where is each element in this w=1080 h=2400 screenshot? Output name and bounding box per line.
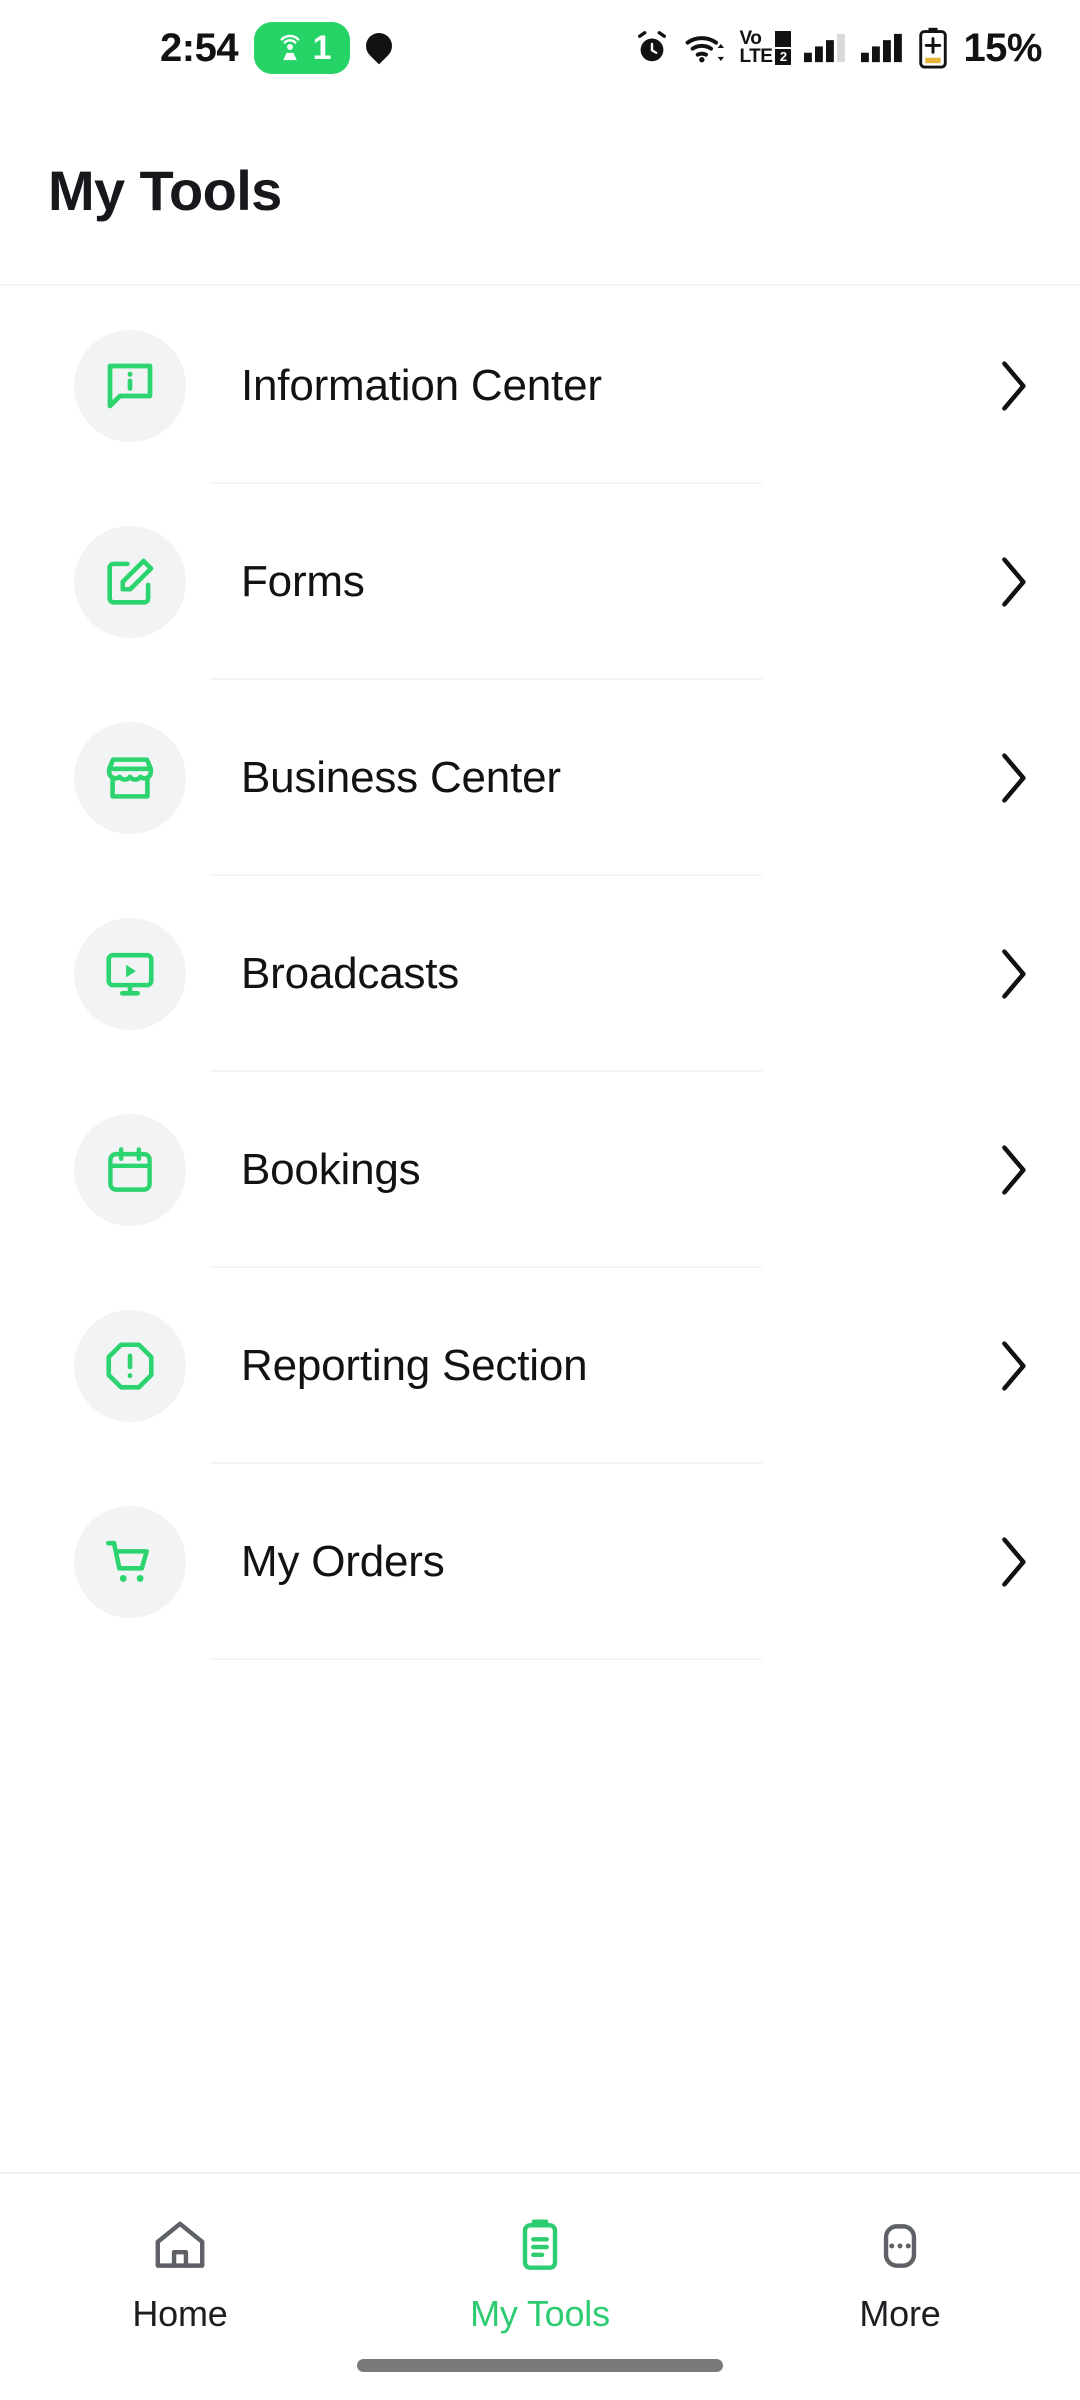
chevron-right-icon[interactable] bbox=[992, 943, 1034, 1005]
hotspot-count: 1 bbox=[312, 29, 332, 67]
nav-tab-more[interactable]: More bbox=[720, 2174, 1080, 2354]
list-item-label: Forms bbox=[241, 557, 365, 606]
status-bar-clock: 2:54 bbox=[160, 25, 239, 70]
chevron-right-icon[interactable] bbox=[992, 747, 1034, 809]
volte-label-lte: LTE bbox=[739, 46, 773, 67]
alert-octagon-icon bbox=[106, 1342, 154, 1390]
calendar-icon-wrap bbox=[74, 1114, 186, 1226]
alarm-icon bbox=[638, 31, 667, 62]
chevron-right-icon[interactable] bbox=[992, 1139, 1034, 1201]
list-item-label: Information Center bbox=[241, 361, 602, 410]
storefront-icon bbox=[106, 757, 154, 799]
shopping-cart-icon bbox=[105, 1540, 149, 1582]
status-bar-right: Vo VoLTE LTE 2 bbox=[633, 26, 1042, 71]
nav-tab-label: More bbox=[859, 2293, 941, 2334]
list-item-my-orders[interactable]: My Orders bbox=[0, 1464, 1080, 1660]
alert-octagon-icon-wrap bbox=[74, 1310, 186, 1422]
more-dots-icon bbox=[883, 2224, 917, 2268]
list-item-broadcasts[interactable]: Broadcasts bbox=[0, 876, 1080, 1072]
list-item-reporting-section[interactable]: Reporting Section bbox=[0, 1268, 1080, 1464]
list-item-information-center[interactable]: Information Center bbox=[0, 288, 1080, 484]
hotspot-icon bbox=[280, 34, 300, 61]
chevron-right-icon[interactable] bbox=[992, 1335, 1034, 1397]
list-item-label: Broadcasts bbox=[241, 949, 460, 998]
info-bubble-icon bbox=[107, 363, 153, 409]
info-bubble-icon-wrap bbox=[74, 330, 186, 442]
app-header: My Tools bbox=[0, 96, 1080, 286]
nav-tab-label: Home bbox=[132, 2293, 228, 2334]
signal-bars-sim1-icon bbox=[804, 33, 846, 63]
nav-tab-my-tools[interactable]: My Tools bbox=[360, 2174, 720, 2354]
bottom-navigation-bar: Home My Tools More bbox=[0, 2172, 1080, 2400]
message-bubble-icon bbox=[366, 31, 392, 65]
battery-icon bbox=[919, 27, 948, 69]
status-bar: 2:54 1 Vo LTE 2 15% bbox=[0, 0, 1080, 96]
monitor-play-icon bbox=[106, 952, 154, 996]
volte-icon: Vo VoLTE LTE 2 bbox=[739, 29, 792, 67]
row-divider bbox=[210, 1658, 762, 1660]
home-icon bbox=[155, 2221, 205, 2268]
list-item-bookings[interactable]: Bookings bbox=[0, 1072, 1080, 1268]
edit-square-icon-wrap bbox=[74, 526, 186, 638]
shopping-cart-icon-wrap bbox=[74, 1506, 186, 1618]
list-item-label: Bookings bbox=[241, 1145, 421, 1194]
chevron-right-icon[interactable] bbox=[992, 1531, 1034, 1593]
tools-list: Information Center Forms Business Center bbox=[0, 288, 1080, 1660]
chevron-right-icon[interactable] bbox=[992, 551, 1034, 613]
clipboard-icon bbox=[522, 2219, 558, 2270]
wifi-icon bbox=[686, 36, 725, 63]
gesture-navigation-bar[interactable] bbox=[357, 2359, 723, 2372]
calendar-icon bbox=[108, 1147, 152, 1192]
volte-sim-number: 2 bbox=[775, 49, 792, 65]
list-item-forms[interactable]: Forms bbox=[0, 484, 1080, 680]
storefront-icon-wrap bbox=[74, 722, 186, 834]
nav-tab-label: My Tools bbox=[470, 2293, 610, 2334]
signal-bars-sim2-icon bbox=[861, 33, 903, 63]
monitor-play-icon-wrap bbox=[74, 918, 186, 1030]
edit-square-icon bbox=[107, 558, 154, 605]
hotspot-badge: 1 bbox=[254, 22, 351, 74]
nav-tab-home[interactable]: Home bbox=[0, 2174, 360, 2354]
page-title: My Tools bbox=[48, 158, 282, 222]
list-item-label: Reporting Section bbox=[241, 1341, 588, 1390]
status-bar-left: 2:54 1 bbox=[0, 22, 392, 74]
list-item-business-center[interactable]: Business Center bbox=[0, 680, 1080, 876]
chevron-right-icon[interactable] bbox=[992, 355, 1034, 417]
list-item-label: My Orders bbox=[241, 1537, 445, 1586]
list-item-label: Business Center bbox=[241, 753, 561, 802]
battery-percent-label: 15% bbox=[963, 25, 1042, 70]
